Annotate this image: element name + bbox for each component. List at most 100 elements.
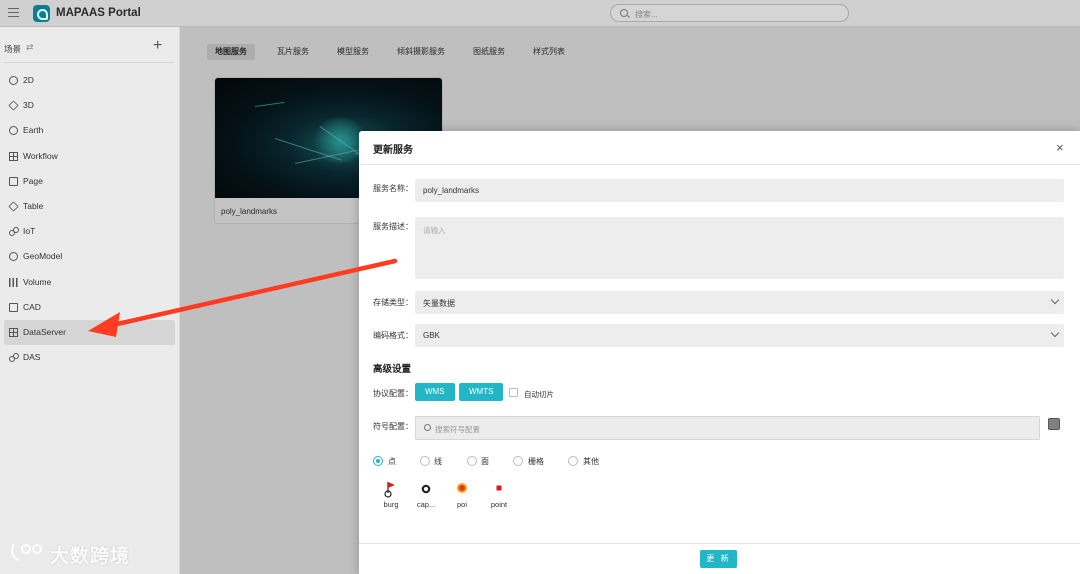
symbol-search-input[interactable]: 搜索符号配置 (415, 416, 1040, 440)
dataserver-icon (9, 327, 18, 337)
search-icon (620, 9, 628, 17)
sidebar-item-label: Page (23, 175, 43, 186)
sidebar-item-cad[interactable]: CAD (4, 295, 175, 320)
tab-map-service[interactable]: 地图服务 (207, 44, 255, 60)
sidebar-item-iot[interactable]: IoT (4, 219, 175, 244)
tab-model-service[interactable]: 模型服务 (329, 44, 377, 60)
storage-type-value: 矢量数据 (423, 299, 455, 308)
sidebar-item-label: Earth (23, 125, 44, 136)
dialog-footer-divider (359, 543, 1080, 544)
poi-icon (442, 480, 482, 498)
watermark-text: 大数跨境 (50, 546, 131, 567)
dialog-header-divider (359, 164, 1080, 165)
sort-icon[interactable]: ⇄ (26, 42, 34, 53)
radio-polygon[interactable] (467, 456, 477, 466)
sidebar-item-volume[interactable]: Volume (4, 270, 175, 295)
auto-tile-checkbox[interactable] (509, 388, 518, 397)
symbol-config-label: 符号配置： (373, 422, 413, 431)
radio-other[interactable] (568, 456, 578, 466)
iot-icon (9, 227, 19, 237)
auto-tile-label: 自动切片 (524, 390, 554, 399)
service-name-value: poly_landmarks (423, 186, 480, 195)
sidebar-header: 场景 (4, 44, 22, 54)
storage-type-select[interactable]: 矢量数据 (415, 291, 1064, 314)
radio-label-raster: 栅格 (528, 457, 544, 466)
sidebar-item-label: IoT (23, 226, 36, 237)
close-icon[interactable]: × (1056, 140, 1064, 155)
tab-drawing-service[interactable]: 图纸服务 (465, 44, 513, 60)
encoding-label: 编码格式： (373, 331, 413, 340)
geomodel-icon (9, 252, 18, 262)
sidebar-item-workflow[interactable]: Workflow (4, 144, 175, 169)
symbol-label: poi (456, 500, 467, 509)
earth-icon (9, 126, 18, 136)
sidebar-item-das[interactable]: DAS (4, 345, 175, 370)
cad-icon (9, 302, 18, 312)
symbol-item-poi[interactable]: poi (442, 480, 482, 509)
service-name-label: 服务名称： (373, 184, 413, 193)
radio-raster[interactable] (513, 456, 523, 466)
symbol-item-cap[interactable]: cap... (406, 480, 446, 509)
sidebar-item-geomodel[interactable]: GeoModel (4, 244, 175, 269)
sidebar-item-table[interactable]: Table (4, 194, 175, 219)
sidebar-item-page[interactable]: Page (4, 169, 175, 194)
table-icon (8, 201, 19, 212)
sidebar-item-label: 2D (23, 75, 34, 85)
symbol-label: point (490, 500, 508, 509)
sidebar-item-label: DAS (23, 352, 41, 363)
sidebar-item-2d[interactable]: 2D (4, 68, 175, 93)
radio-point[interactable] (373, 456, 383, 466)
sidebar-item-label: GeoModel (23, 251, 63, 262)
protocol-label: 协议配置： (373, 389, 413, 398)
dialog-title: 更新服务 (373, 145, 413, 156)
service-card-name: poly_landmarks (221, 207, 278, 216)
tab-oblique-photo-service[interactable]: 倾斜摄影服务 (389, 44, 453, 60)
globe-icon (9, 76, 18, 85)
service-desc-textarea[interactable]: 请输入 (415, 217, 1064, 279)
symbol-preview-swatch[interactable] (1048, 418, 1060, 430)
radio-line[interactable] (420, 456, 430, 466)
square-point-icon (479, 480, 519, 498)
dot-ring-icon (406, 480, 446, 498)
hamburger-menu-icon[interactable] (8, 8, 19, 18)
update-service-dialog: 更新服务 × 服务名称： poly_landmarks 服务描述： 请输入 存储… (359, 131, 1080, 574)
page-icon (9, 176, 18, 186)
symbol-item-burg[interactable]: burg (371, 480, 411, 509)
service-name-input[interactable]: poly_landmarks (415, 179, 1064, 202)
service-desc-label: 服务描述： (373, 222, 413, 231)
search-icon (424, 424, 431, 431)
sidebar-item-label: Workflow (23, 150, 58, 161)
symbol-search-placeholder: 搜索符号配置 (435, 425, 480, 434)
app-logo-icon (33, 5, 50, 22)
sidebar-item-dataserver[interactable]: DataServer (4, 319, 175, 346)
encoding-select[interactable]: GBK (415, 324, 1064, 347)
sidebar-item-earth[interactable]: Earth (4, 118, 175, 143)
update-button[interactable]: 更 新 (700, 550, 737, 568)
workflow-icon (9, 151, 18, 161)
symbol-item-point[interactable]: point (479, 480, 519, 509)
chevron-down-icon (1050, 328, 1060, 338)
wmts-button[interactable]: WMTS (459, 383, 504, 401)
search-placeholder: 搜索... (635, 10, 658, 19)
radio-label-polygon: 面 (481, 457, 489, 466)
flag-icon (371, 480, 411, 498)
radio-label-other: 其他 (583, 457, 599, 466)
symbol-label: burg (383, 500, 399, 509)
chevron-down-icon (1050, 295, 1060, 305)
advanced-settings-title: 高级设置 (373, 364, 412, 375)
service-desc-placeholder: 请输入 (423, 226, 446, 235)
app-title: MAPAAS Portal (56, 7, 141, 19)
das-icon (9, 353, 19, 363)
sidebar-item-label: CAD (23, 301, 41, 312)
global-search-input[interactable]: 搜索... (610, 4, 849, 22)
sidebar-item-label: 3D (23, 100, 34, 111)
sidebar-item-label: DataServer (23, 326, 66, 337)
cube-icon (8, 100, 19, 111)
tab-tile-service[interactable]: 瓦片服务 (269, 44, 317, 60)
sidebar-item-3d[interactable]: 3D (4, 93, 175, 118)
wms-button[interactable]: WMS (415, 383, 455, 401)
tab-style-list[interactable]: 样式列表 (525, 44, 573, 60)
top-bar: MAPAAS Portal 搜索... (0, 0, 1080, 27)
symbol-label: cap... (416, 500, 436, 509)
add-scene-button[interactable]: + (153, 37, 162, 55)
